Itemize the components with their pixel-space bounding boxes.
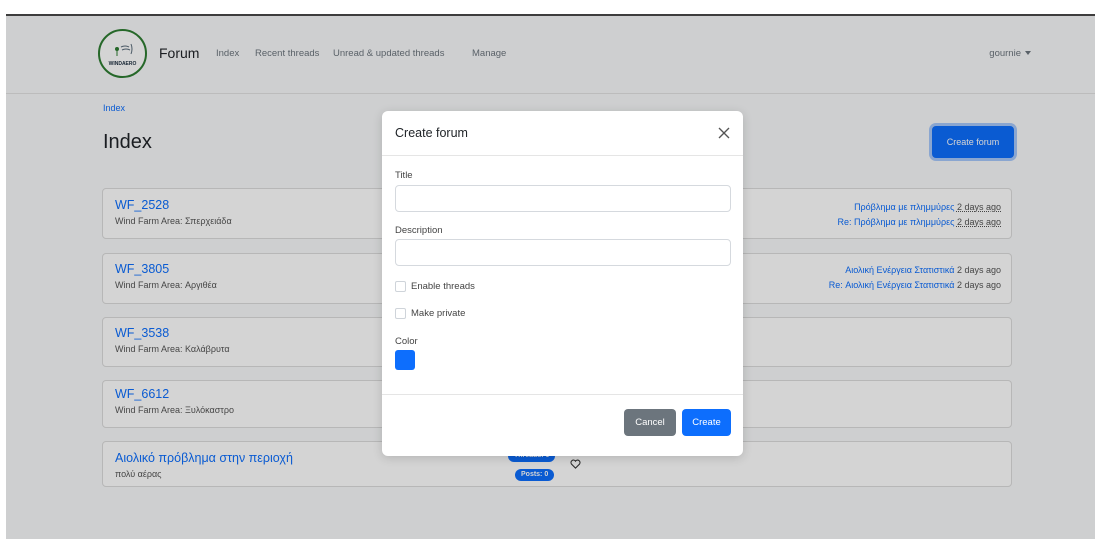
description-label: Description [395,225,443,236]
cancel-button[interactable]: Cancel [624,409,676,436]
modal-footer: Cancel Create [382,394,743,456]
description-input[interactable] [395,239,731,266]
close-icon[interactable] [718,127,730,139]
modal-header: Create forum [382,111,743,156]
title-label: Title [395,170,413,181]
color-label: Color [395,336,418,347]
make-private-label[interactable]: Make private [411,308,465,319]
create-button[interactable]: Create [682,409,731,436]
create-forum-modal: Create forum Title Description Enable th… [382,111,743,456]
color-picker[interactable] [395,350,415,370]
title-input[interactable] [395,185,731,212]
page: WINDAERO Forum Index Recent threads Unre… [0,0,1101,539]
make-private-checkbox[interactable] [395,308,406,319]
modal-title: Create forum [395,126,468,140]
enable-threads-label[interactable]: Enable threads [411,281,475,292]
enable-threads-checkbox[interactable] [395,281,406,292]
